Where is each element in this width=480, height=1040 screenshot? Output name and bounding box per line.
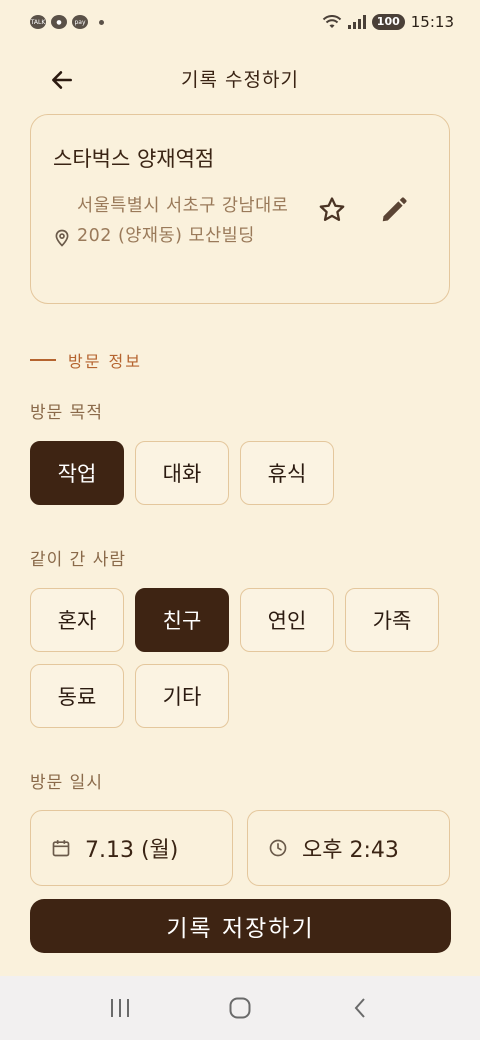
arrow-left-icon	[52, 71, 72, 89]
cell-signal-icon	[347, 15, 366, 29]
companion-chip-family[interactable]: 가족	[345, 588, 439, 652]
more-notifications-dot	[99, 19, 104, 25]
place-card: 스타벅스 양재역점 서울특별시 서초구 강남대로 202 (양재동) 모산빌딩	[30, 114, 450, 304]
system-back-button[interactable]	[340, 988, 380, 1028]
place-address-row: 서울특별시 서초구 강남대로 202 (양재동) 모산빌딩	[53, 191, 303, 251]
app-bar: 기록 수정하기	[0, 52, 480, 104]
companion-label: 같이 간 사람	[30, 550, 127, 570]
system-nav-bar	[0, 976, 480, 1040]
back-button[interactable]	[44, 62, 80, 98]
status-bar: TALK ● pay 100 15:13	[0, 0, 480, 44]
wifi-icon	[322, 15, 342, 28]
companion-chip-partner[interactable]: 연인	[240, 588, 334, 652]
time-value: 오후 2:43	[302, 838, 399, 863]
purpose-label: 방문 목적	[30, 403, 103, 423]
purpose-chip-conversation[interactable]: 대화	[135, 441, 229, 505]
star-outline-icon	[319, 197, 345, 221]
recent-apps-icon	[111, 999, 129, 1017]
favorite-button[interactable]	[317, 195, 353, 231]
purpose-chip-rest[interactable]: 휴식	[240, 441, 334, 505]
place-address: 서울특별시 서초구 강남대로 202 (양재동) 모산빌딩	[77, 196, 289, 246]
section-divider-line	[30, 359, 56, 361]
talk-notification-icon: TALK	[30, 15, 46, 29]
home-button[interactable]	[220, 988, 260, 1028]
companion-chip-friend[interactable]: 친구	[135, 588, 229, 652]
map-pin-icon	[55, 229, 69, 247]
clock-icon	[269, 839, 287, 857]
save-record-button[interactable]: 기록 저장하기	[30, 899, 451, 953]
chevron-left-icon	[354, 998, 365, 1018]
companion-chip-coworker[interactable]: 동료	[30, 664, 124, 728]
status-notifications: TALK ● pay	[30, 15, 104, 29]
edit-place-button[interactable]	[379, 195, 415, 231]
recent-apps-button[interactable]	[100, 988, 140, 1028]
section-title: 방문 정보	[68, 352, 142, 371]
time-picker[interactable]: 오후 2:43	[247, 810, 450, 886]
companion-chip-other[interactable]: 기타	[135, 664, 229, 728]
section-header-visit-info: 방문 정보	[30, 348, 142, 372]
companion-chip-alone[interactable]: 혼자	[30, 588, 124, 652]
date-picker[interactable]: 7.13 (월)	[30, 810, 233, 886]
clock-time: 15:13	[410, 13, 454, 31]
chat-notification-icon: ●	[51, 15, 67, 29]
calendar-icon	[52, 840, 70, 857]
purpose-chip-work[interactable]: 작업	[30, 441, 124, 505]
status-system: 100 15:13	[322, 13, 454, 31]
pencil-icon	[382, 197, 407, 222]
home-icon	[229, 997, 251, 1019]
pay-notification-icon: pay	[72, 15, 88, 29]
page-title: 기록 수정하기	[181, 68, 299, 91]
battery-indicator: 100	[371, 14, 405, 30]
datetime-label: 방문 일시	[30, 773, 103, 793]
place-name: 스타벅스 양재역점	[53, 147, 215, 171]
date-value: 7.13 (월)	[85, 838, 179, 863]
